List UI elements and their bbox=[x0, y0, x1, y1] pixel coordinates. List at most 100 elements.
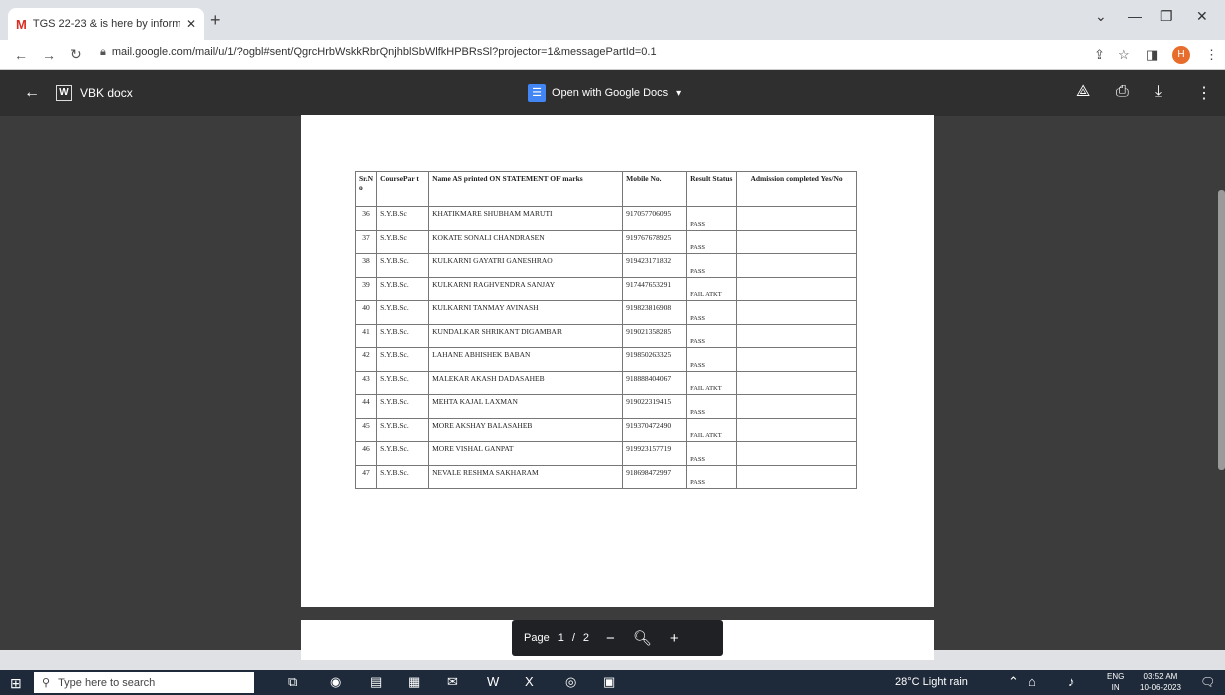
system-clock[interactable]: 03:52 AM 10-06-2023 bbox=[1140, 671, 1181, 693]
cell-name: KHATIKMARE SHUBHAM MARUTI bbox=[428, 206, 624, 231]
task-view-icon[interactable]: ⧉ bbox=[288, 674, 297, 690]
cell-mobile: 917447653291 bbox=[622, 276, 688, 301]
cell-course: S.Y.B.Sc. bbox=[376, 441, 430, 466]
cell-sr-no: 47 bbox=[354, 464, 378, 489]
cell-mobile: 917057706095 bbox=[622, 206, 688, 231]
cell-name: KULKARNI RAGHVENDRA SANJAY bbox=[428, 276, 624, 301]
cell-result: PASS bbox=[686, 347, 738, 372]
bookmark-star-icon[interactable]: ☆ bbox=[1118, 47, 1130, 63]
cell-result: PASS bbox=[686, 229, 738, 254]
header-mobile: Mobile No. bbox=[622, 171, 688, 207]
cell-admission bbox=[736, 229, 857, 254]
photos-app-icon[interactable]: ▣ bbox=[603, 674, 615, 690]
cell-admission bbox=[736, 276, 857, 301]
cell-mobile: 919767678925 bbox=[622, 229, 688, 254]
viewer-more-icon[interactable]: ⋮ bbox=[1196, 83, 1212, 103]
file-explorer-icon[interactable]: ▤ bbox=[370, 674, 382, 690]
table-row: 43 S.Y.B.Sc. MALEKAR AKASH DADASAHEB 918888… bbox=[354, 370, 857, 395]
cell-mobile: 918698472997 bbox=[622, 464, 688, 489]
cell-admission bbox=[736, 464, 857, 489]
cell-admission bbox=[736, 323, 857, 348]
document-viewer: ← W VBK docx ☰ Open with Google Docs ▾ ⟁… bbox=[0, 70, 1225, 660]
viewer-scrollbar[interactable] bbox=[1218, 190, 1225, 470]
chrome-app-icon[interactable]: ◎ bbox=[565, 674, 576, 690]
store-icon[interactable]: ▦ bbox=[408, 674, 420, 690]
weather-widget[interactable]: 28°C Light rain bbox=[895, 676, 968, 688]
cell-result: PASS bbox=[686, 206, 738, 231]
taskbar-search-box[interactable]: ⚲ Type here to search bbox=[34, 672, 254, 693]
print-icon[interactable]: ⎙ bbox=[1116, 83, 1129, 101]
edge-icon[interactable]: ◉ bbox=[330, 674, 341, 690]
lock-icon: 🔒︎ bbox=[100, 46, 106, 58]
tray-chevron-icon[interactable]: ⌃ bbox=[1008, 674, 1019, 690]
cell-sr-no: 39 bbox=[354, 276, 378, 301]
cell-result: FAIL ATKT bbox=[686, 276, 738, 301]
new-tab-icon[interactable]: + bbox=[210, 10, 221, 31]
cell-mobile: 919370472490 bbox=[622, 417, 688, 442]
file-name: VBK docx bbox=[80, 86, 133, 100]
excel-app-icon[interactable]: X bbox=[525, 674, 534, 689]
reload-icon[interactable]: ↻ bbox=[70, 46, 82, 63]
notification-icon[interactable]: 🗨︎ bbox=[1200, 675, 1215, 689]
table-row: 39 S.Y.B.Sc. KULKARNI RAGHVENDRA SANJAY 917… bbox=[354, 276, 857, 301]
cell-result: PASS bbox=[686, 253, 738, 278]
forward-arrow-icon[interactable]: → bbox=[42, 47, 56, 63]
cell-course: S.Y.B.Sc. bbox=[376, 370, 430, 395]
cell-sr-no: 38 bbox=[354, 253, 378, 278]
zoom-in-icon[interactable]: + bbox=[670, 630, 679, 647]
url-field[interactable]: 🔒︎ mail.google.com/mail/u/1/?ogbl#sent/Qg… bbox=[100, 46, 800, 59]
share-icon[interactable]: ⇪ bbox=[1094, 47, 1105, 63]
zoom-out-icon[interactable]: − bbox=[606, 630, 615, 647]
network-icon[interactable]: ⌂ bbox=[1028, 674, 1036, 689]
windows-start-icon[interactable]: ⊞ bbox=[10, 675, 22, 692]
cell-sr-no: 46 bbox=[354, 441, 378, 466]
word-app-icon[interactable]: W bbox=[487, 674, 499, 689]
profile-avatar[interactable]: H bbox=[1172, 46, 1190, 64]
table-row: 38 S.Y.B.Sc. KULKARNI GAYATRI GANESHRAO 919… bbox=[354, 253, 857, 278]
header-result: Result Status bbox=[686, 171, 738, 207]
close-tab-icon[interactable]: ✕ bbox=[186, 17, 196, 31]
table-body: 36 S.Y.B.Sc KHATIKMARE SHUBHAM MARUTI 91705… bbox=[354, 206, 857, 489]
cell-mobile: 919423171832 bbox=[622, 253, 688, 278]
minimize-icon[interactable]: — bbox=[1128, 8, 1142, 24]
cell-sr-no: 40 bbox=[354, 300, 378, 325]
cell-course: S.Y.B.Sc. bbox=[376, 347, 430, 372]
cell-name: MALEKAR AKASH DADASAHEB bbox=[428, 370, 624, 395]
header-name: Name AS printed ON STATEMENT OF marks bbox=[428, 171, 624, 207]
cell-result: FAIL ATKT bbox=[686, 370, 738, 395]
close-window-icon[interactable]: ✕ bbox=[1196, 8, 1208, 25]
cell-course: S.Y.B.Sc. bbox=[376, 464, 430, 489]
maximize-icon[interactable]: ❐ bbox=[1160, 8, 1173, 25]
cell-mobile: 919021358285 bbox=[622, 323, 688, 348]
cell-sr-no: 42 bbox=[354, 347, 378, 372]
viewer-back-icon[interactable]: ← bbox=[24, 84, 40, 102]
table-row: 45 S.Y.B.Sc. MORE AKSHAY BALASAHEB 91937047… bbox=[354, 417, 857, 442]
download-icon[interactable]: ⤓ bbox=[1155, 83, 1162, 101]
header-course: CoursePar t bbox=[376, 171, 430, 207]
browser-tab[interactable]: M TGS 22-23 & is here by informed ✕ bbox=[8, 8, 204, 40]
language-indicator[interactable]: ENG IN bbox=[1107, 671, 1124, 693]
sidepanel-icon[interactable]: ◨ bbox=[1146, 47, 1158, 63]
browser-menu-icon[interactable]: ⋮ bbox=[1205, 47, 1218, 63]
table-row: 44 S.Y.B.Sc. MEHTA KAJAL LAXMAN 91902231941… bbox=[354, 394, 857, 419]
table-row: 40 S.Y.B.Sc. KULKARNI TANMAY AVINASH 919823… bbox=[354, 300, 857, 325]
cell-sr-no: 43 bbox=[354, 370, 378, 395]
cell-mobile: 919022319415 bbox=[622, 394, 688, 419]
mail-icon[interactable]: ✉ bbox=[447, 674, 458, 690]
clock-time: 03:52 AM bbox=[1143, 672, 1178, 681]
tab-search-icon[interactable]: ⌄ bbox=[1095, 8, 1107, 25]
dropdown-caret-icon[interactable]: ▾ bbox=[676, 88, 681, 99]
table-row: 42 S.Y.B.Sc. LAHANE ABHISHEK BABAN 91985026… bbox=[354, 347, 857, 372]
cell-name: KOKATE SONALI CHANDRASEN bbox=[428, 229, 624, 254]
add-to-drive-icon[interactable]: ⟁ bbox=[1076, 83, 1090, 101]
search-placeholder: Type here to search bbox=[58, 676, 156, 689]
volume-icon[interactable]: ♪ bbox=[1068, 674, 1075, 689]
page-navigation-bar: Page 1 / 2 − 🔍︎ + bbox=[512, 620, 723, 656]
cell-sr-no: 45 bbox=[354, 417, 378, 442]
open-with-docs-button[interactable]: ☰ Open with Google Docs ▾ bbox=[528, 80, 681, 106]
cell-name: MEHTA KAJAL LAXMAN bbox=[428, 394, 624, 419]
cell-course: S.Y.B.Sc. bbox=[376, 417, 430, 442]
back-arrow-icon[interactable]: ← bbox=[14, 47, 28, 63]
browser-tab-bar: M TGS 22-23 & is here by informed ✕ + ⌄ … bbox=[0, 0, 1225, 40]
cell-result: FAIL ATKT bbox=[686, 417, 738, 442]
